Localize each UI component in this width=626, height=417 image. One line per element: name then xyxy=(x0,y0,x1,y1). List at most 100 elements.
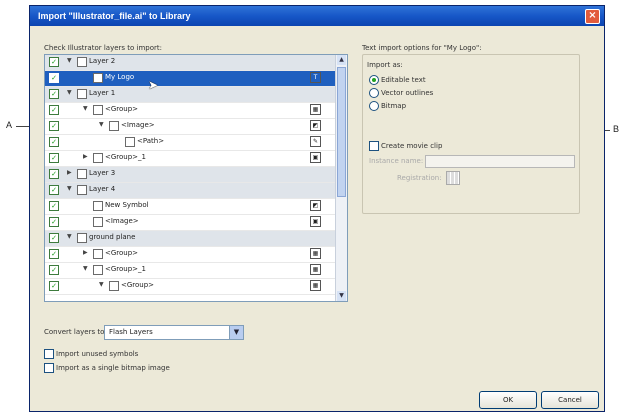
layer-row[interactable]: ✓ ▼ Layer 2 xyxy=(45,55,335,71)
layer-visibility-box[interactable] xyxy=(93,201,103,211)
expand-down-icon[interactable]: ▼ xyxy=(83,265,88,272)
import-as-label: Import as: xyxy=(367,61,403,69)
import-checkbox[interactable]: ✓ xyxy=(49,233,59,243)
layer-visibility-box[interactable] xyxy=(109,281,119,291)
tree-item-row[interactable]: ✓ ▼ <Image> ◩ xyxy=(45,119,335,135)
convert-layers-select[interactable]: Flash Layers ▼ xyxy=(104,325,244,340)
expand-down-icon[interactable]: ▼ xyxy=(99,281,104,288)
layer-row[interactable]: ✓ ▼ Layer 1 xyxy=(45,87,335,103)
layer-visibility-box[interactable] xyxy=(77,233,87,243)
collapse-right-icon[interactable]: ▶ xyxy=(83,249,88,256)
title-bar[interactable]: Import "Illustrator_file.ai" to Library … xyxy=(30,6,604,26)
tree-item-row[interactable]: ✓ My Logo T xyxy=(45,71,335,87)
layer-visibility-box[interactable] xyxy=(93,153,103,163)
collapse-right-icon[interactable]: ▶ xyxy=(67,169,72,176)
editable-text-label[interactable]: Editable text xyxy=(381,76,426,84)
import-checkbox[interactable]: ✓ xyxy=(49,137,59,147)
tree-row-label: ground plane xyxy=(89,233,136,241)
layer-visibility-box[interactable] xyxy=(77,185,87,195)
dialog-title: Import "Illustrator_file.ai" to Library xyxy=(38,11,191,21)
tree-item-row[interactable]: ✓ <Image> ▣ xyxy=(45,215,335,231)
layer-visibility-box[interactable] xyxy=(77,89,87,99)
collapse-right-icon[interactable]: ▶ xyxy=(83,153,88,160)
import-checkbox[interactable]: ✓ xyxy=(49,249,59,259)
layer-visibility-box[interactable] xyxy=(109,121,119,131)
object-type-icon: ▦ xyxy=(310,104,321,115)
import-checkbox[interactable]: ✓ xyxy=(49,89,59,99)
import-checkbox[interactable]: ✓ xyxy=(49,185,59,195)
cancel-button[interactable]: Cancel xyxy=(541,391,599,409)
layer-visibility-box[interactable] xyxy=(93,217,103,227)
import-checkbox[interactable]: ✓ xyxy=(49,201,59,211)
layer-row[interactable]: ✓ ▶ Layer 3 xyxy=(45,167,335,183)
tree-item-row[interactable]: ✓ ▶ <Group>_1 ▣ xyxy=(45,151,335,167)
cancel-label: Cancel xyxy=(558,396,582,404)
layer-tree[interactable]: ✓ ▼ Layer 2 ✓ My Logo T ✓ ▼ Layer 1 ✓ ▼ <Group> ▦ ✓ ▼ <… xyxy=(44,54,348,302)
scroll-thumb[interactable] xyxy=(337,67,346,197)
chevron-down-icon[interactable]: ▼ xyxy=(229,326,243,339)
close-icon: × xyxy=(588,10,597,21)
import-checkbox[interactable]: ✓ xyxy=(49,153,59,163)
object-type-icon: ◩ xyxy=(310,200,321,211)
import-checkbox[interactable]: ✓ xyxy=(49,73,59,83)
callout-a-line xyxy=(16,126,30,127)
vector-outlines-radio[interactable] xyxy=(369,88,379,98)
expand-down-icon[interactable]: ▼ xyxy=(83,105,88,112)
close-button[interactable]: × xyxy=(585,9,600,24)
import-checkbox[interactable]: ✓ xyxy=(49,121,59,131)
expand-down-icon[interactable]: ▼ xyxy=(67,233,72,240)
import-checkbox[interactable]: ✓ xyxy=(49,57,59,67)
import-checkbox[interactable]: ✓ xyxy=(49,281,59,291)
vertical-scrollbar[interactable]: ▲ ▼ xyxy=(335,55,347,301)
import-checkbox[interactable]: ✓ xyxy=(49,169,59,179)
vector-outlines-label[interactable]: Vector outlines xyxy=(381,89,433,97)
scroll-down-icon[interactable]: ▼ xyxy=(337,291,346,301)
import-single-bitmap-label[interactable]: Import as a single bitmap image xyxy=(56,364,170,372)
object-type-icon: ▦ xyxy=(310,280,321,291)
tree-row-label: <Group> xyxy=(105,105,139,113)
layer-visibility-box[interactable] xyxy=(93,73,103,83)
import-single-bitmap-checkbox[interactable] xyxy=(44,363,54,373)
import-checkbox[interactable]: ✓ xyxy=(49,217,59,227)
layer-visibility-box[interactable] xyxy=(93,249,103,259)
expand-down-icon[interactable]: ▼ xyxy=(99,121,104,128)
create-movie-clip-label[interactable]: Create movie clip xyxy=(381,142,442,150)
import-dialog: Import "Illustrator_file.ai" to Library … xyxy=(29,5,605,412)
object-type-icon: ▣ xyxy=(310,216,321,227)
create-movie-clip-checkbox[interactable] xyxy=(369,141,379,151)
import-checkbox[interactable]: ✓ xyxy=(49,265,59,275)
expand-down-icon[interactable]: ▼ xyxy=(67,57,72,64)
text-options-group: Import as: Editable text Vector outlines… xyxy=(362,54,580,214)
layer-visibility-box[interactable] xyxy=(77,169,87,179)
tree-item-row[interactable]: ✓ ▼ <Group>_1 ▦ xyxy=(45,263,335,279)
import-checkbox[interactable]: ✓ xyxy=(49,105,59,115)
tree-item-row[interactable]: ✓ ▼ <Group> ▦ xyxy=(45,103,335,119)
ok-button[interactable]: OK xyxy=(479,391,537,409)
import-unused-symbols-label[interactable]: Import unused symbols xyxy=(56,350,138,358)
mouse-pointer-icon: ➤ xyxy=(148,78,159,92)
layer-visibility-box[interactable] xyxy=(125,137,135,147)
check-layers-label: Check Illustrator layers to import: xyxy=(44,44,162,52)
tree-item-row[interactable]: ✓ ▼ <Group> ▦ xyxy=(45,279,335,295)
instance-name-input[interactable] xyxy=(425,155,575,168)
tree-item-row[interactable]: ✓ <Path> ✎ xyxy=(45,135,335,151)
layer-visibility-box[interactable] xyxy=(93,105,103,115)
text-options-label: Text import options for "My Logo": xyxy=(362,44,482,52)
convert-layers-label: Convert layers to: xyxy=(44,328,107,336)
layer-row[interactable]: ✓ ▼ Layer 4 xyxy=(45,183,335,199)
layer-visibility-box[interactable] xyxy=(77,57,87,67)
registration-grid-icon[interactable] xyxy=(446,171,460,185)
bitmap-radio[interactable] xyxy=(369,101,379,111)
tree-row-label: Layer 3 xyxy=(89,169,116,177)
tree-item-row[interactable]: ✓ ▶ <Group> ▦ xyxy=(45,247,335,263)
import-unused-symbols-checkbox[interactable] xyxy=(44,349,54,359)
layer-visibility-box[interactable] xyxy=(93,265,103,275)
tree-item-row[interactable]: ✓ New Symbol ◩ xyxy=(45,199,335,215)
editable-text-radio[interactable] xyxy=(369,75,379,85)
layer-row[interactable]: ✓ ▼ ground plane xyxy=(45,231,335,247)
expand-down-icon[interactable]: ▼ xyxy=(67,185,72,192)
instance-name-label: Instance name: xyxy=(369,157,424,165)
scroll-up-icon[interactable]: ▲ xyxy=(337,55,346,65)
expand-down-icon[interactable]: ▼ xyxy=(67,89,72,96)
bitmap-label[interactable]: Bitmap xyxy=(381,102,406,110)
